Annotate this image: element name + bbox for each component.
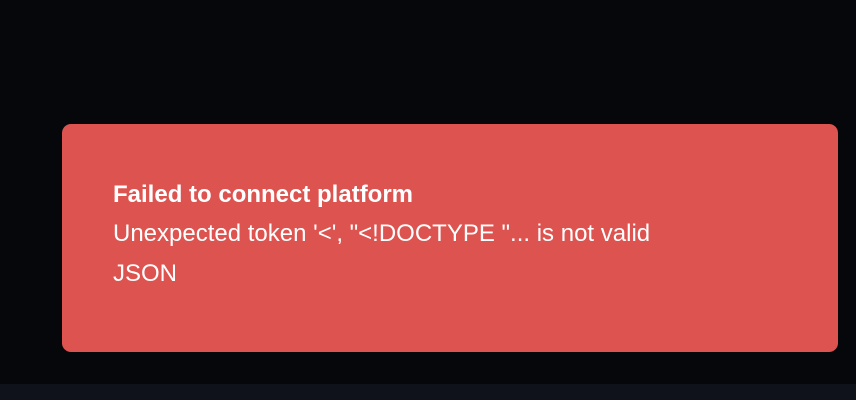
toast-message: Unexpected token '<', "<!DOCTYPE "... is… (113, 220, 651, 287)
toast-title: Failed to connect platform (113, 181, 414, 208)
bottom-bar (0, 384, 856, 400)
app-screen: Failed to connect platform Unexpected to… (0, 0, 856, 400)
error-toast[interactable]: Failed to connect platform Unexpected to… (62, 124, 838, 352)
